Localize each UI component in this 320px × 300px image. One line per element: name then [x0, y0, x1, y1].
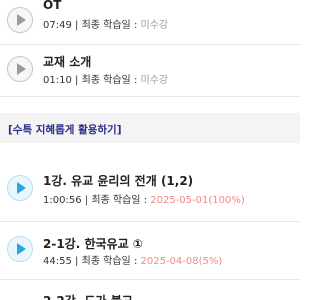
- lesson-status: 미수강: [140, 20, 169, 31]
- lesson-item-2-2[interactable]: 2-2강. 도가 불교: [0, 280, 300, 300]
- lesson-item-2-1[interactable]: 2-1강. 한국유교 ① 44:55 | 최종 학습일 : 2025-04-08…: [0, 222, 300, 274]
- lesson-title: OT: [43, 0, 62, 12]
- lesson-status: 2025-05-01(100%): [150, 195, 245, 206]
- lesson-title: 1강. 유교 윤리의 전개 (1,2): [43, 174, 194, 188]
- last-study-label: 최종 학습일: [81, 256, 131, 267]
- lesson-item-ot[interactable]: OT 07:49 | 최종 학습일 : 미수강: [0, 0, 300, 44]
- play-icon[interactable]: [7, 56, 33, 82]
- lesson-meta: 44:55 | 최종 학습일 : 2025-04-08(5%): [43, 256, 223, 267]
- lesson-duration: 07:49: [43, 20, 72, 31]
- lesson-meta: 07:49 | 최종 학습일 : 미수강: [43, 20, 169, 31]
- play-icon[interactable]: [7, 7, 33, 33]
- lesson-meta: 01:10 | 최종 학습일 : 미수강: [43, 75, 169, 86]
- lesson-status: 미수강: [140, 75, 169, 86]
- last-study-label: 최종 학습일: [81, 75, 131, 86]
- lesson-duration: 01:10: [43, 75, 72, 86]
- section-title: [수특 지혜롭게 활용하기]: [8, 124, 122, 136]
- lesson-title: 2-2강. 도가 불교: [43, 292, 133, 300]
- play-icon[interactable]: [7, 236, 33, 262]
- lesson-duration: 44:55: [43, 256, 72, 267]
- lesson-status: 2025-04-08(5%): [140, 256, 223, 267]
- lesson-duration: 1:00:56: [43, 195, 82, 206]
- last-study-label: 최종 학습일: [91, 195, 141, 206]
- lesson-title: 교재 소개: [43, 55, 92, 69]
- lesson-item-intro[interactable]: 교재 소개 01:10 | 최종 학습일 : 미수강: [0, 45, 300, 93]
- divider: [0, 96, 300, 97]
- last-study-label: 최종 학습일: [81, 20, 131, 31]
- play-icon[interactable]: [7, 175, 33, 201]
- lesson-item-1[interactable]: 1강. 유교 윤리의 전개 (1,2) 1:00:56 | 최종 학습일 : 2…: [0, 163, 300, 213]
- lesson-meta: 1:00:56 | 최종 학습일 : 2025-05-01(100%): [43, 195, 245, 206]
- lesson-title: 2-1강. 한국유교 ①: [43, 237, 143, 251]
